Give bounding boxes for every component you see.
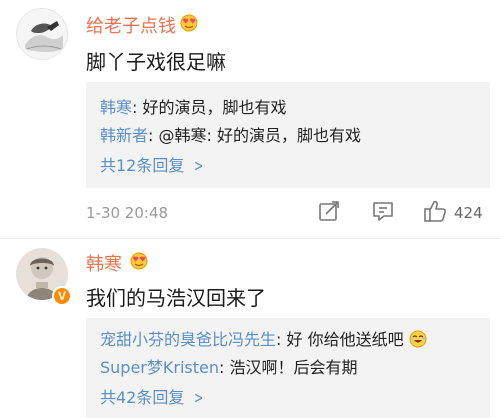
- more-replies-label: 共42条回复: [100, 388, 185, 407]
- reply-text: 好 你给他送纸吧: [286, 330, 404, 349]
- reply-line: 韩新者: @韩寒: 好的演员，脚也有戏: [100, 122, 361, 146]
- comment-text: 脚丫子戏很足嘛: [86, 50, 226, 74]
- chevron-right-icon: >: [194, 156, 204, 175]
- comment-username[interactable]: 给老子点钱: [86, 12, 176, 38]
- reply-line: 韩寒: 好的演员，脚也有戏: [100, 94, 287, 118]
- more-replies-link[interactable]: 共42条回复 >: [100, 384, 206, 408]
- share-edit-icon[interactable]: [316, 198, 342, 224]
- avatar[interactable]: [16, 8, 68, 60]
- reply-line: 宠甜小芬的臭爸比冯先生: 好 你给他送纸吧: [100, 326, 427, 352]
- reply-username[interactable]: 韩新者: [100, 126, 148, 145]
- comment-username[interactable]: 韩寒: [86, 250, 122, 276]
- heart-eyes-fan-icon: [178, 14, 200, 32]
- more-replies-label: 共12条回复: [100, 156, 185, 175]
- reply-username[interactable]: 宠甜小芬的臭爸比冯先生: [100, 330, 276, 349]
- reply-separator: :: [132, 98, 143, 117]
- reply-preview-box[interactable]: 宠甜小芬的臭爸比冯先生: 好 你给他送纸吧 Super梦Kristen: 浩汉啊…: [86, 318, 490, 418]
- comment-divider: [0, 238, 500, 239]
- more-replies-link[interactable]: 共12条回复 >: [100, 152, 206, 176]
- reply-line: Super梦Kristen: 浩汉啊！后会有期: [100, 354, 358, 378]
- reply-preview-box[interactable]: 韩寒: 好的演员，脚也有戏 韩新者: @韩寒: 好的演员，脚也有戏 共12条回复…: [86, 82, 490, 188]
- reply-text: 浩汉啊！后会有期: [229, 358, 358, 377]
- laughing-emoji-icon: [409, 330, 427, 352]
- reply-separator: :: [276, 330, 287, 349]
- avatar-image: [17, 9, 67, 59]
- reply-text: 好的演员，脚也有戏: [142, 98, 287, 117]
- comment-text: 我们的马浩汉回来了: [86, 286, 266, 310]
- reply-separator: :: [148, 126, 159, 145]
- like-count: 424: [454, 204, 483, 222]
- reply-separator: :: [219, 358, 230, 377]
- comment-icon[interactable]: [370, 198, 396, 224]
- comment-timestamp: 1-30 20:48: [86, 204, 169, 222]
- reply-username[interactable]: 韩寒: [100, 98, 132, 117]
- reply-text: @韩寒: 好的演员，脚也有戏: [158, 126, 361, 145]
- thumbs-up-icon[interactable]: [422, 198, 448, 224]
- reply-username[interactable]: Super梦Kristen: [100, 358, 219, 377]
- verified-badge-icon: V: [52, 286, 72, 306]
- chevron-right-icon: >: [194, 388, 204, 407]
- heart-eyes-fan-icon: [128, 252, 150, 270]
